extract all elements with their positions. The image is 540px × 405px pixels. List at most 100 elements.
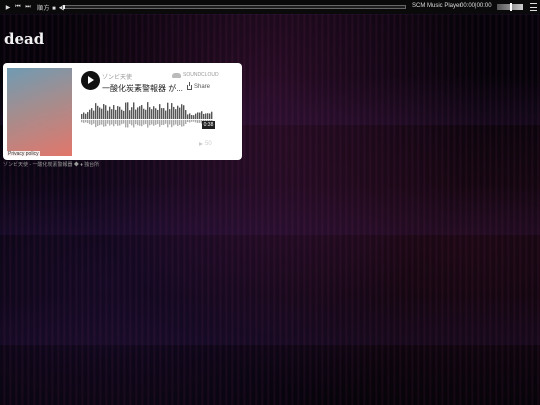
waveform-bar — [179, 107, 181, 119]
waveform-reflection-bar — [135, 120, 137, 125]
waveform-reflection-bar — [111, 120, 113, 125]
waveform-reflection-bar — [95, 120, 97, 128]
waveform-bar — [173, 106, 175, 119]
waveform-bar — [115, 109, 117, 119]
waveform-bar — [141, 105, 143, 119]
waveform-reflection-bar — [123, 120, 125, 124]
artist-link[interactable]: ゾンビ天使 — [102, 72, 132, 81]
waveform-reflection-bar — [147, 120, 149, 128]
waveform-reflection-bar — [121, 120, 123, 125]
waveform-bar — [127, 102, 129, 119]
waveform-bar — [119, 106, 121, 119]
waveform-bar — [163, 108, 165, 119]
waveform-reflection-bar — [179, 120, 181, 126]
waveform-bar — [197, 112, 199, 119]
waveform-bar — [177, 105, 179, 119]
waveform-reflection-bar — [89, 120, 91, 125]
waveform-bar — [129, 110, 131, 119]
waveform-bar — [171, 103, 173, 119]
waveform-reflection-bar — [173, 120, 175, 126]
waveform-bar — [157, 109, 159, 119]
seek-knob[interactable] — [63, 5, 65, 9]
share-icon — [187, 81, 192, 90]
waveform-bar — [195, 113, 197, 119]
waveform[interactable] — [81, 99, 213, 131]
play-icon[interactable]: ▶ — [3, 0, 13, 14]
seek-bar[interactable] — [62, 5, 406, 9]
waveform-bar — [133, 102, 135, 119]
waveform-bar — [93, 110, 95, 119]
privacy-policy-link[interactable]: Privacy policy — [7, 151, 40, 157]
waveform-bar — [111, 109, 113, 119]
waveform-reflection-bar — [91, 120, 93, 125]
waveform-bar — [149, 107, 151, 119]
waveform-reflection-bar — [117, 120, 119, 126]
play-button[interactable] — [81, 71, 100, 90]
waveform-bar — [147, 102, 149, 119]
play-count: 50 — [199, 141, 212, 147]
waveform-reflection-bar — [183, 120, 185, 127]
waveform-reflection-bar — [169, 120, 171, 125]
waveform-bar — [155, 108, 157, 119]
waveform-reflection-bar — [105, 120, 107, 127]
soundcloud-logo[interactable]: SOUNDCLOUD — [172, 72, 219, 78]
waveform-reflection-bar — [199, 120, 201, 123]
waveform-bar — [139, 106, 141, 119]
waveform-reflection-bar — [137, 120, 139, 126]
prev-icon[interactable]: ⏮ — [13, 0, 23, 14]
waveform-bar — [113, 105, 115, 119]
waveform-reflection-bar — [153, 120, 155, 126]
waveform-bar — [117, 106, 119, 119]
duration-badge: 0:38 — [202, 121, 215, 129]
waveform-reflection-bar — [83, 120, 85, 123]
player-time: 00:00|00:00 — [460, 3, 492, 9]
waveform-bar — [107, 110, 109, 119]
waveform-bar — [105, 105, 107, 119]
waveform-reflection-bar — [131, 120, 133, 126]
waveform-reflection-bar — [133, 120, 135, 128]
waveform-reflection-bar — [163, 120, 165, 125]
waveform-bar — [185, 110, 187, 119]
waveform-bar — [151, 109, 153, 119]
waveform-bar — [203, 113, 205, 119]
waveform-reflection-bar — [149, 120, 151, 126]
waveform-reflection-bar — [189, 120, 191, 123]
waveform-reflection-bar — [119, 120, 121, 126]
share-button[interactable]: Share — [187, 81, 210, 90]
waveform-bar — [97, 105, 99, 119]
track-caption: ゾンビ天使 - 一酸化炭素警報器 ◆ ♦ 独台所 — [3, 162, 100, 168]
waveform-reflection-bar — [181, 120, 183, 127]
player-title: SCM Music Player — [412, 3, 462, 9]
waveform-reflection-bar — [113, 120, 115, 127]
track-artwork[interactable] — [7, 68, 72, 156]
cloud-icon — [172, 72, 181, 78]
waveform-bar — [101, 108, 103, 119]
waveform-reflection-bar — [101, 120, 103, 125]
waveform-reflection-bar — [191, 120, 193, 122]
waveform-reflection-bar — [97, 120, 99, 126]
waveform-reflection-bar — [115, 120, 117, 125]
waveform-bar — [205, 113, 207, 119]
waveform-reflection-bar — [141, 120, 143, 127]
music-player-bar: ▶ ⏮ ⏭ 順方 ■ ◀ SCM Music Player 00:00|00:0… — [0, 0, 540, 14]
waveform-reflection-bar — [139, 120, 141, 126]
play-mode-label[interactable]: 順方 ■ ◀ — [37, 3, 65, 12]
waveform-reflection-bar — [99, 120, 101, 126]
waveform-reflection-bar — [167, 120, 169, 128]
play-count-icon — [199, 142, 203, 146]
waveform-reflection-bar — [93, 120, 95, 124]
waveform-bar — [83, 112, 85, 119]
menu-icon[interactable] — [530, 3, 537, 11]
volume-slider[interactable] — [497, 3, 523, 11]
volume-knob[interactable] — [510, 3, 512, 11]
waveform-bar — [159, 104, 161, 119]
next-icon[interactable]: ⏭ — [23, 0, 33, 14]
track-title-link[interactable]: 一酸化炭素警報器 が... — [102, 83, 183, 94]
waveform-reflection-bar — [81, 120, 83, 123]
waveform-bar — [145, 109, 147, 119]
waveform-bar — [153, 106, 155, 119]
waveform-bar — [85, 113, 87, 119]
waveform-reflection-bar — [197, 120, 199, 123]
waveform-reflection-bar — [145, 120, 147, 125]
waveform-reflection-bar — [87, 120, 89, 124]
